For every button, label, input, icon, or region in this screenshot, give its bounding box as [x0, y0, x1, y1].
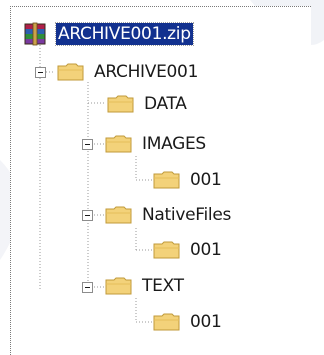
folder-open-icon [105, 206, 132, 224]
tree-node-images[interactable]: IMAGES [104, 130, 208, 158]
tree-node-nativefiles-001[interactable]: 001 [152, 236, 224, 264]
tree-node-archive-zip[interactable]: ARCHIVE001.zip [22, 20, 194, 48]
tree-node-label: 001 [190, 312, 222, 332]
collapse-toggle-archive001[interactable] [35, 67, 46, 78]
folder-icon [107, 95, 134, 113]
tree-node-images-001[interactable]: 001 [152, 166, 224, 194]
tree-node-label: 001 [190, 170, 222, 190]
tree-node-label: ARCHIVE001.zip [55, 22, 194, 46]
tree-node-label: DATA [144, 94, 187, 114]
winrar-archive-icon [24, 22, 46, 46]
tree-node-label: IMAGES [142, 134, 206, 154]
collapse-toggle-text[interactable] [82, 282, 93, 293]
tree-node-label: NativeFiles [142, 205, 232, 225]
folder-open-icon [105, 135, 132, 153]
collapse-toggle-images[interactable] [82, 139, 93, 150]
collapse-toggle-nativefiles[interactable] [82, 210, 93, 221]
tree-node-data[interactable]: DATA [106, 90, 189, 118]
tree-node-archive001[interactable]: ARCHIVE001 [56, 58, 200, 86]
folder-icon [153, 171, 180, 189]
tree-node-nativefiles[interactable]: NativeFiles [104, 201, 233, 229]
tree-node-label: TEXT [142, 276, 184, 296]
folder-icon [153, 313, 180, 331]
tree-node-label: ARCHIVE001 [94, 62, 199, 82]
tree-node-text[interactable]: TEXT [104, 272, 186, 300]
tree-node-text-001[interactable]: 001 [152, 308, 224, 336]
tree-node-label: 001 [190, 240, 222, 260]
folder-open-icon [105, 277, 132, 295]
folder-icon [153, 241, 180, 259]
folder-open-icon [57, 63, 84, 81]
